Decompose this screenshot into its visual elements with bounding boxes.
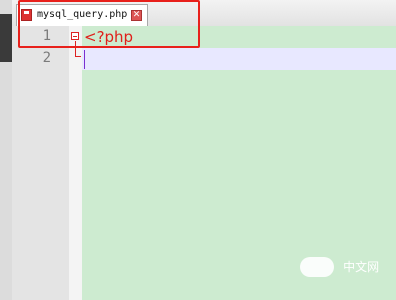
tab-bar: mysql_query.php ✕ <box>12 0 396 27</box>
window-left-edge <box>0 0 12 300</box>
watermark-logo <box>300 256 334 277</box>
fold-line <box>75 41 76 56</box>
watermark-text: 中文网 <box>343 260 380 274</box>
line-number: 1 <box>42 28 51 44</box>
tab-mysql-query[interactable]: mysql_query.php ✕ <box>16 4 148 26</box>
window-left-dark-panel <box>0 14 12 62</box>
save-icon <box>21 9 32 21</box>
code-line-current[interactable] <box>82 48 396 70</box>
watermark: 中文网 <box>300 256 379 277</box>
line-number: 2 <box>42 50 51 66</box>
php-open-tag: <?php <box>84 28 134 46</box>
line-number-gutter: 1 2 <box>12 26 69 300</box>
close-icon[interactable]: ✕ <box>131 10 142 21</box>
tab-label: mysql_query.php <box>37 9 128 20</box>
fold-margin <box>69 26 82 300</box>
text-caret <box>84 50 85 69</box>
code-line[interactable]: <?php <box>82 26 396 48</box>
fold-collapse-icon[interactable] <box>71 32 79 40</box>
fold-end-marker <box>75 56 81 57</box>
